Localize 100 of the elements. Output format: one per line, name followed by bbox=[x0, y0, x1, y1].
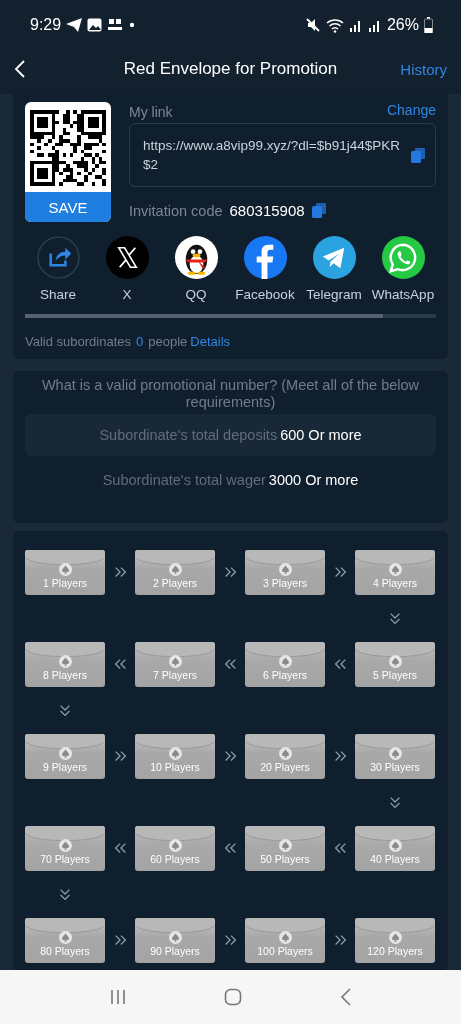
envelope-card[interactable]: 100 Players bbox=[245, 918, 325, 963]
double-chevron-left-icon bbox=[332, 657, 348, 672]
spade-seal-icon bbox=[58, 655, 72, 668]
envelope-card[interactable]: 60 Players bbox=[135, 826, 215, 871]
envelope-card[interactable]: 50 Players bbox=[245, 826, 325, 871]
facebook-logo-icon[interactable] bbox=[243, 236, 287, 279]
spade-seal-icon bbox=[58, 563, 72, 576]
subordinates-unit: people bbox=[148, 334, 188, 349]
spade-seal-icon bbox=[58, 839, 72, 852]
envelope-card[interactable]: 5 Players bbox=[355, 642, 435, 687]
share-icon[interactable] bbox=[36, 236, 80, 279]
envelope-label: 120 Players bbox=[367, 945, 423, 957]
envelope-card[interactable]: 70 Players bbox=[25, 826, 105, 871]
history-link[interactable]: History bbox=[387, 60, 447, 78]
whatsapp-logo-icon[interactable] bbox=[381, 236, 425, 279]
home-icon[interactable] bbox=[224, 988, 243, 1006]
recent-apps-icon[interactable] bbox=[108, 988, 127, 1006]
requirement-value: 600 Or more bbox=[280, 427, 362, 443]
envelope-card[interactable]: 6 Players bbox=[245, 642, 325, 687]
page-title: Red Envelope for Promotion bbox=[122, 59, 339, 79]
signal-icon bbox=[348, 18, 363, 32]
spade-seal-icon bbox=[388, 839, 402, 852]
envelope-label: 5 Players bbox=[373, 669, 417, 681]
envelope-card[interactable]: 30 Players bbox=[355, 734, 435, 779]
battery-percent: 26% bbox=[386, 16, 419, 34]
envelope-card[interactable]: 8 Players bbox=[25, 642, 105, 687]
back-icon[interactable] bbox=[14, 60, 26, 78]
spade-seal-icon bbox=[388, 931, 402, 944]
envelope-card[interactable]: 90 Players bbox=[135, 918, 215, 963]
envelope-card[interactable]: 4 Players bbox=[355, 550, 435, 595]
spade-seal-icon bbox=[168, 747, 182, 760]
subordinates-count: 0 bbox=[136, 334, 144, 349]
spade-seal-icon bbox=[58, 747, 72, 760]
envelope-card[interactable]: 9 Players bbox=[25, 734, 105, 779]
requirement-label: Subordinate's total deposits bbox=[99, 427, 278, 443]
share-label: WhatsApp bbox=[371, 287, 435, 302]
double-chevron-down-icon bbox=[387, 611, 403, 626]
envelope-card[interactable]: 7 Players bbox=[135, 642, 215, 687]
envelope-label: 4 Players bbox=[373, 577, 417, 589]
copy-icon[interactable] bbox=[311, 203, 326, 218]
spade-seal-icon bbox=[168, 839, 182, 852]
paper-plane-icon[interactable] bbox=[312, 236, 356, 279]
change-link[interactable]: Change bbox=[386, 102, 436, 118]
subordinates-label: Valid subordinates bbox=[25, 334, 131, 349]
envelope-label: 7 Players bbox=[153, 669, 197, 681]
envelope-card[interactable]: 80 Players bbox=[25, 918, 105, 963]
spade-seal-icon bbox=[388, 655, 402, 668]
mute-icon bbox=[304, 17, 321, 33]
requirement-label: Subordinate's total wager bbox=[102, 472, 266, 488]
envelope-label: 60 Players bbox=[150, 853, 200, 865]
double-chevron-left-icon bbox=[112, 657, 128, 672]
spade-seal-icon bbox=[388, 747, 402, 760]
envelope-label: 2 Players bbox=[153, 577, 197, 589]
share-label: X bbox=[122, 287, 132, 302]
paper-plane-icon bbox=[66, 18, 83, 32]
dot-icon bbox=[128, 21, 137, 29]
link-field[interactable]: https://www.a8vip99.xyz/?dl=$b91j44$PKR$2 bbox=[129, 123, 436, 187]
envelope-label: 1 Players bbox=[43, 577, 87, 589]
envelope-card[interactable]: 1 Players bbox=[25, 550, 105, 595]
spade-seal-icon bbox=[168, 563, 182, 576]
double-chevron-left-icon bbox=[222, 841, 238, 856]
spade-seal-icon bbox=[388, 563, 402, 576]
envelope-card[interactable]: 3 Players bbox=[245, 550, 325, 595]
x-logo-icon[interactable] bbox=[105, 236, 149, 279]
share-label: QQ bbox=[185, 287, 207, 302]
link-text: https://www.a8vip99.xyz/?dl=$b91j44$PKR$2 bbox=[143, 137, 402, 174]
double-chevron-left-icon bbox=[222, 657, 238, 672]
envelope-card[interactable]: 2 Players bbox=[135, 550, 215, 595]
app-badge-icon bbox=[107, 18, 124, 32]
envelope-label: 6 Players bbox=[263, 669, 307, 681]
envelope-card[interactable]: 40 Players bbox=[355, 826, 435, 871]
spade-seal-icon bbox=[278, 655, 292, 668]
envelope-label: 9 Players bbox=[43, 761, 87, 773]
spade-seal-icon bbox=[278, 747, 292, 760]
envelope-card[interactable]: 20 Players bbox=[245, 734, 325, 779]
envelope-card[interactable]: 120 Players bbox=[355, 918, 435, 963]
spade-seal-icon bbox=[278, 563, 292, 576]
copy-icon[interactable] bbox=[411, 147, 425, 163]
share-label: Share bbox=[40, 287, 76, 302]
spade-seal-icon bbox=[278, 839, 292, 852]
envelope-label: 90 Players bbox=[150, 945, 200, 957]
envelope-label: 3 Players bbox=[263, 577, 307, 589]
invitation-code-label: Invitation code bbox=[129, 202, 223, 219]
envelope-label: 40 Players bbox=[370, 853, 420, 865]
double-chevron-down-icon bbox=[57, 887, 73, 902]
double-chevron-left-icon bbox=[332, 841, 348, 856]
battery-icon bbox=[424, 17, 433, 33]
image-icon bbox=[87, 18, 103, 32]
double-chevron-down-icon bbox=[387, 795, 403, 810]
penguin-icon[interactable] bbox=[174, 236, 218, 279]
envelope-card[interactable]: 10 Players bbox=[135, 734, 215, 779]
details-link[interactable]: Details bbox=[190, 334, 231, 349]
spade-seal-icon bbox=[168, 931, 182, 944]
envelope-label: 50 Players bbox=[260, 853, 310, 865]
requirement-value: 3000 Or more bbox=[268, 472, 359, 488]
share-label: Facebook bbox=[235, 287, 295, 302]
double-chevron-down-icon bbox=[57, 703, 73, 718]
signal-icon bbox=[367, 18, 382, 32]
link-label: My link bbox=[129, 104, 173, 120]
save-button[interactable]: SAVE bbox=[25, 192, 111, 222]
